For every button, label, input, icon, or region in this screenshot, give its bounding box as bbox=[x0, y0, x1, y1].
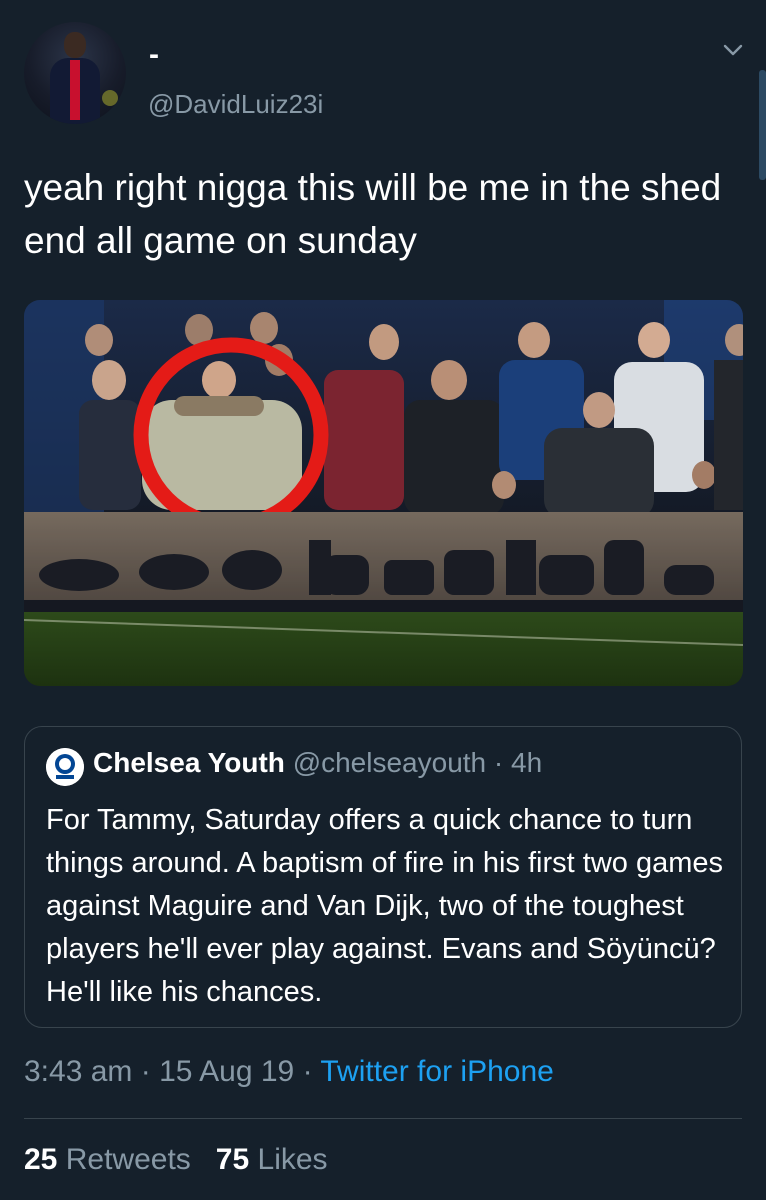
likes-count: 75 bbox=[215, 1143, 250, 1176]
quoted-author-handle[interactable]: @chelseayouth bbox=[293, 747, 486, 778]
quoted-author-name[interactable]: Chelsea Youth bbox=[93, 747, 285, 778]
quoted-tweet-text: For Tammy, Saturday offers a quick chanc… bbox=[46, 804, 723, 1008]
likes-stat[interactable]: 75 Likes bbox=[216, 1143, 328, 1176]
tweet-date: 15 Aug 19 bbox=[159, 1055, 295, 1088]
tweet-stats: 25 Retweets 75 Likes bbox=[24, 1143, 328, 1177]
quoted-tweet[interactable]: Chelsea Youth @chelseayouth · 4h For Tam… bbox=[24, 726, 742, 1028]
likes-label: Likes bbox=[257, 1143, 328, 1176]
tweet-time: 3:43 am bbox=[24, 1055, 133, 1088]
avatar[interactable] bbox=[24, 22, 126, 124]
tweet-header: - @DavidLuiz23i bbox=[24, 22, 744, 132]
retweets-stat[interactable]: 25 Retweets bbox=[24, 1143, 191, 1176]
tweet-source-link[interactable]: Twitter for iPhone bbox=[320, 1055, 553, 1088]
tweet-photo[interactable] bbox=[24, 300, 743, 686]
meta-separator: · bbox=[302, 1055, 313, 1088]
retweets-count: 25 bbox=[24, 1143, 58, 1176]
chelsea-crest-icon[interactable] bbox=[46, 748, 84, 786]
chevron-down-icon[interactable] bbox=[722, 42, 744, 58]
quoted-timestamp: 4h bbox=[511, 747, 543, 778]
stadium-crowd-photo bbox=[24, 300, 743, 686]
meta-separator: · bbox=[140, 1055, 151, 1088]
quoted-separator: · bbox=[493, 747, 504, 778]
tweet-metadata: 3:43 am · 15 Aug 19 · Twitter for iPhone bbox=[24, 1055, 554, 1089]
tweet-text: yeah right nigga this will be me in the … bbox=[24, 167, 722, 261]
quoted-tweet-header: Chelsea Youth @chelseayouth · 4h bbox=[93, 747, 542, 779]
divider bbox=[24, 1118, 742, 1119]
user-handle[interactable]: @DavidLuiz23i bbox=[148, 89, 323, 120]
display-name[interactable]: - bbox=[149, 40, 159, 70]
retweets-label: Retweets bbox=[65, 1143, 191, 1176]
scrollbar[interactable] bbox=[759, 70, 766, 180]
